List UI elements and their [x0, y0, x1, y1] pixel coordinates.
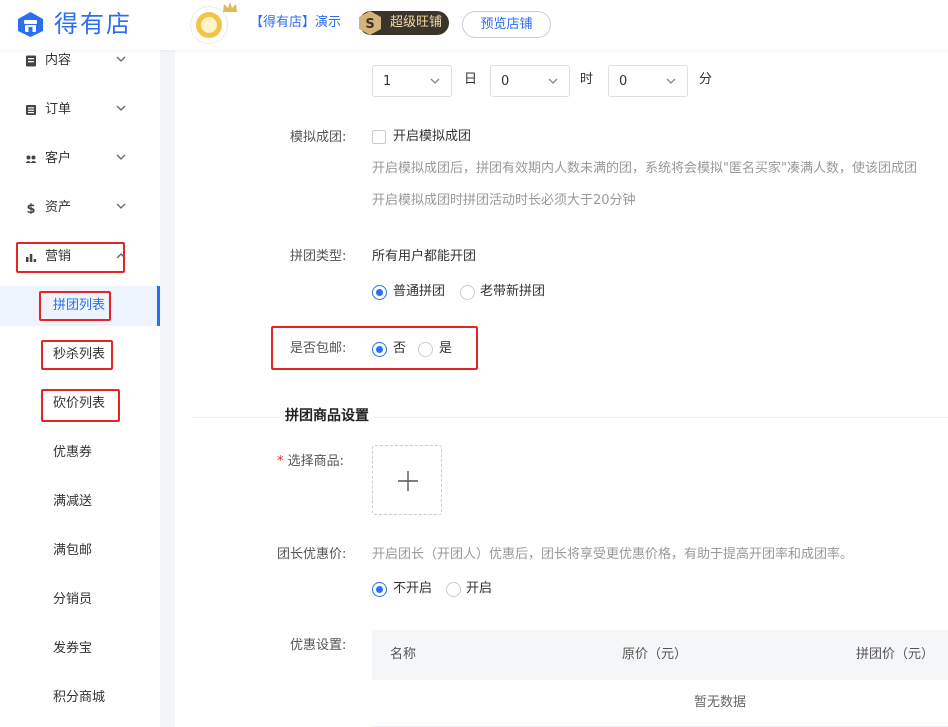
chevron-down-icon [666, 78, 676, 84]
group-type-value: 所有用户都能开团 [372, 249, 477, 264]
discount-table-header: 名称 原价（元） 拼团价（元） [372, 630, 948, 680]
discount-setting-label: 优惠设置: [290, 638, 347, 653]
day-value: 1 [383, 74, 392, 89]
leader-discount-label: 团长优惠价: [277, 547, 347, 562]
hour-select[interactable]: 0 [490, 65, 570, 97]
sidebar-subitem-full-reduction[interactable]: 满减送 [0, 482, 160, 522]
chevron-down-icon [116, 105, 126, 111]
top-header: 得有店 【得有店】演示 S 超级旺铺 预览店铺 [0, 0, 948, 50]
store-logo-icon [18, 12, 43, 37]
simulate-checkbox[interactable] [372, 130, 386, 144]
radio-leader-off[interactable] [372, 582, 387, 597]
chevron-down-icon [116, 203, 126, 209]
sidebar-item-label: 内容 [45, 53, 72, 68]
sidebar-subitem-label: 满包邮 [53, 543, 93, 558]
chevron-down-icon [116, 56, 126, 62]
minute-unit: 分 [699, 72, 713, 87]
radio-normal-group-label[interactable]: 普通拼团 [393, 283, 445, 301]
leader-discount-hint: 开启团长（开团人）优惠后，团长将享受更优惠价格，有助于提高开团率和成团率。 [372, 547, 854, 562]
svg-text:$: $ [26, 202, 35, 214]
brand-name: 得有店 [54, 10, 132, 38]
plus-icon [398, 471, 418, 491]
users-icon [25, 155, 37, 163]
highlight-box-group-buy [39, 291, 111, 321]
day-select[interactable]: 1 [372, 65, 452, 97]
badge-letter: S [365, 17, 374, 32]
column-name: 名称 [390, 647, 417, 662]
discount-table-empty: 暂无数据 [372, 680, 948, 727]
add-goods-button[interactable] [372, 445, 442, 515]
sidebar-subitem-points-mall[interactable]: 积分商城 [0, 678, 160, 718]
sidebar-subitem-label: 优惠券 [53, 445, 93, 460]
dollar-icon: $ [26, 202, 35, 214]
day-unit: 日 [464, 72, 478, 87]
section-title: 拼团商品设置 [280, 406, 374, 426]
crown-icon [223, 2, 237, 12]
column-group-price: 拼团价（元） [856, 647, 935, 662]
sidebar-subitem-label: 积分商城 [53, 690, 106, 705]
select-goods-label-text: 选择商品: [287, 454, 345, 469]
chevron-down-icon [116, 154, 126, 160]
document-icon [26, 55, 36, 67]
preview-shop-button[interactable]: 预览店铺 [462, 11, 551, 38]
sidebar-item-assets[interactable]: $ 资产 [0, 188, 160, 228]
radio-normal-group[interactable] [372, 285, 387, 300]
highlight-box-flash-sale [41, 340, 113, 370]
select-goods-label: * 选择商品: [277, 453, 344, 471]
list-icon [26, 105, 36, 115]
radio-leader-on[interactable] [446, 582, 461, 597]
simulate-hint-1: 开启模拟成团后，拼团有效期内人数未满的团，系统将会模拟"匿名买家"凑满人数，使该… [372, 161, 917, 176]
radio-leader-off-label[interactable]: 不开启 [393, 580, 432, 598]
s-level-icon: S [359, 11, 381, 35]
column-original-price: 原价（元） [622, 647, 688, 662]
sidebar-subitem-label: 发券宝 [53, 641, 93, 656]
hour-unit: 时 [580, 72, 594, 87]
hour-value: 0 [501, 74, 510, 89]
empty-text: 暂无数据 [694, 695, 747, 710]
radio-old-new-group[interactable] [460, 285, 475, 300]
sidebar-item-label: 客户 [45, 151, 72, 166]
simulate-hint-2: 开启模拟成团时拼团活动时长必须大于20分钟 [372, 193, 636, 208]
sidebar-subitem-label: 满减送 [53, 494, 93, 509]
radio-leader-on-label[interactable]: 开启 [466, 580, 492, 598]
sidebar-subitem-coupons[interactable]: 优惠券 [0, 433, 160, 473]
badge-label: 超级旺铺 [390, 15, 443, 30]
sidebar-subitem-free-shipping[interactable]: 满包邮 [0, 531, 160, 571]
sidebar-item-orders[interactable]: 订单 [0, 90, 160, 130]
chevron-down-icon [548, 78, 558, 84]
simulate-checkbox-label[interactable]: 开启模拟成团 [393, 128, 471, 146]
radio-old-new-group-label[interactable]: 老带新拼团 [480, 283, 545, 301]
shop-name[interactable]: 【得有店】演示 [250, 14, 341, 32]
sidebar-item-label: 订单 [45, 102, 72, 117]
sidebar-item-customers[interactable]: 客户 [0, 139, 160, 179]
sidebar: 内容 订单 客户 $ 资产 营销 拼团列表 秒杀列表 砍价列表 优惠券 满减送 [0, 50, 160, 727]
sidebar-subitem-label: 分销员 [53, 592, 93, 607]
sidebar-item-label: 资产 [45, 200, 72, 215]
simulate-label: 模拟成团: [290, 130, 347, 145]
sidebar-subitem-coupon-tool[interactable]: 发券宝 [0, 629, 160, 669]
minute-select[interactable]: 0 [608, 65, 688, 97]
group-type-label: 拼团类型: [290, 249, 347, 264]
required-mark: * [277, 454, 284, 469]
minute-value: 0 [619, 74, 628, 89]
sidebar-subitem-distributor[interactable]: 分销员 [0, 580, 160, 620]
highlight-box-free-shipping [271, 326, 478, 370]
chevron-down-icon [430, 78, 440, 84]
super-shop-badge: S 超级旺铺 [359, 11, 449, 35]
highlight-box-marketing [16, 242, 125, 273]
form-panel: 1 日 0 时 0 分 模拟成团: 开启模拟成团 开启模拟成团后，拼团有效期内人… [175, 50, 948, 727]
highlight-box-bargain [41, 389, 120, 422]
